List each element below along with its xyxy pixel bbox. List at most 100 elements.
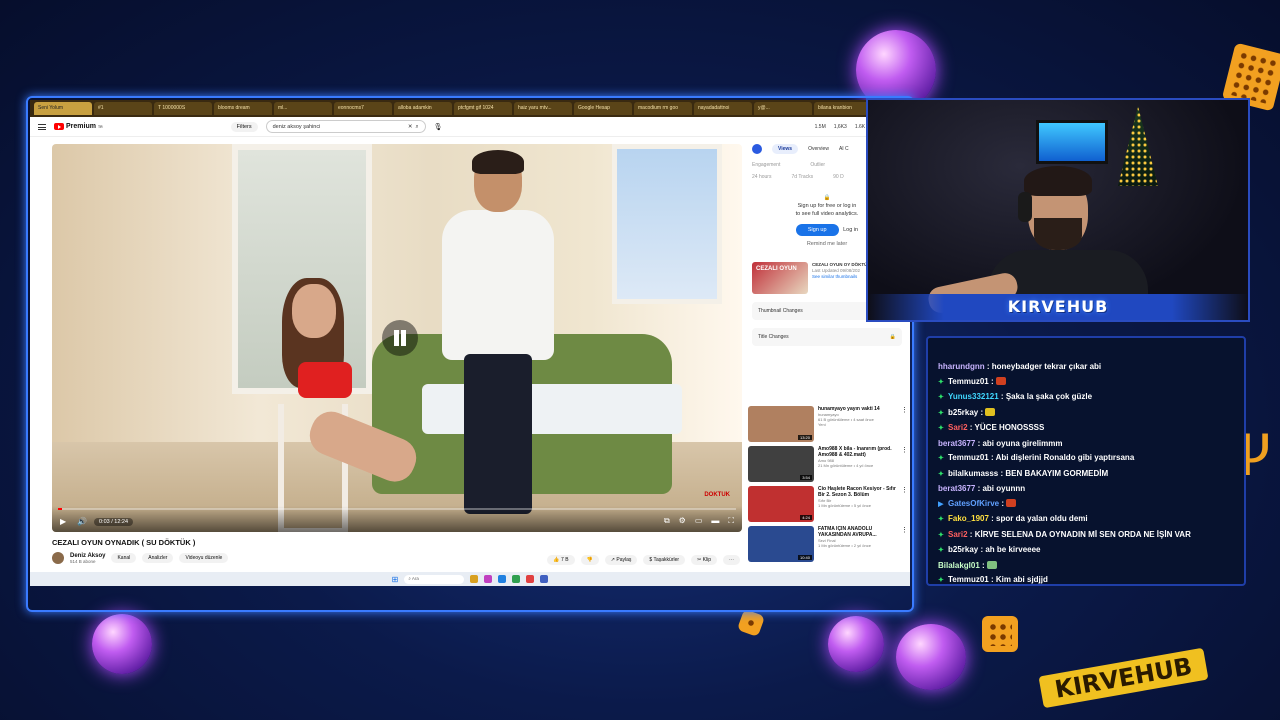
channel-button[interactable]: Kanal <box>111 553 137 563</box>
filters-button[interactable]: Filters <box>230 121 258 132</box>
video-player[interactable]: DOKTUK ▶ 🔊 0:03 / 12:24 ⧉ ⚙ ▭ ▬ ⛶ <box>52 144 742 532</box>
share-button[interactable]: ↗ Paylaş <box>604 555 638 565</box>
windows-start-icon[interactable]: ⊞ <box>392 575 399 584</box>
browser-tab[interactable]: Google Hesap <box>574 102 632 115</box>
miniplayer-icon[interactable]: ▭ <box>695 516 703 526</box>
analytics-button[interactable]: Analizler <box>142 553 174 563</box>
chat-badge-icon: ✦ <box>938 455 944 462</box>
header-stat[interactable]: 1.5M <box>815 124 826 130</box>
browser-tab[interactable]: nayadadattnoi <box>694 102 752 115</box>
browser-tab[interactable]: alloba adamkin <box>394 102 452 115</box>
taskbar-app-icon[interactable] <box>470 575 479 583</box>
related-video-item[interactable]: 10:40 FATMA İÇİN ANADOLU YAKASINDAN AVRUP… <box>748 526 908 562</box>
chat-username[interactable]: Temmuz01 <box>948 453 989 462</box>
related-video-title[interactable]: FATMA İÇİN ANADOLU YAKASINDAN AVRUPA... <box>818 526 897 538</box>
header-stat[interactable]: 1.6K <box>855 124 865 130</box>
login-link[interactable]: Log in <box>843 227 858 233</box>
range-7d[interactable]: 7d Tracks <box>791 174 813 180</box>
chat-username[interactable]: GatesOfKirve <box>948 499 999 508</box>
taskbar-app-icon[interactable] <box>526 575 535 583</box>
chat-username[interactable]: Temmuz01 <box>948 377 989 386</box>
chat-username[interactable]: bilalkumasss <box>948 469 998 478</box>
related-video-badge: Yeni <box>818 422 826 427</box>
metric-engagement[interactable]: Engagement <box>752 162 780 168</box>
mic-icon[interactable]: 🎙 <box>434 123 443 131</box>
signup-button[interactable]: Sign up <box>795 224 839 236</box>
tab-views[interactable]: Views <box>772 144 799 154</box>
browser-tab[interactable]: ptcfgmt gif 1024 <box>454 102 512 115</box>
taskbar-app-icon[interactable] <box>512 575 521 583</box>
subtitles-icon[interactable]: ⧉ <box>664 516 670 526</box>
chat-username[interactable]: Fako_1907 <box>948 514 989 523</box>
browser-tab[interactable]: ml... <box>274 102 332 115</box>
more-options-icon[interactable]: ⋮ <box>901 526 908 562</box>
progress-bar[interactable] <box>58 508 736 510</box>
browser-window: Seni Yolum #1 T 1000000S blooms dream ml... e… <box>30 100 910 586</box>
dislike-button[interactable]: 👎 <box>580 555 599 565</box>
thanks-button[interactable]: $ Taşakkürler <box>643 555 686 565</box>
like-button[interactable]: 👍 7 B <box>547 555 575 565</box>
youtube-logo[interactable]: Premium TR <box>54 123 103 130</box>
browser-tab[interactable]: T 1000000S <box>154 102 212 115</box>
title-changes-row[interactable]: Title Changes 🔒 <box>752 328 902 346</box>
related-video-item[interactable]: 4:24 Cio Haşlete Racon Kesiyor - Sıfır Bi… <box>748 486 908 522</box>
related-video-thumbnail[interactable]: 4:24 <box>748 486 814 522</box>
chat-username[interactable]: hharundgnn <box>938 362 985 371</box>
tab-ai[interactable]: AI C <box>839 146 849 152</box>
related-video-title[interactable]: Amo988 X bila - İnanırım (prod. Amo988 &… <box>818 446 897 458</box>
chat-username[interactable]: Sari2 <box>948 423 968 432</box>
volume-icon[interactable]: 🔊 <box>77 517 87 526</box>
browser-tab[interactable]: y@... <box>754 102 812 115</box>
related-video-item[interactable]: 3:54 Amo988 X bila - İnanırım (prod. Amo9… <box>748 446 908 482</box>
header-stat[interactable]: 1,6K3 <box>834 124 847 130</box>
browser-tab[interactable]: eonnocms7 <box>334 102 392 115</box>
chat-username[interactable]: b25rkay <box>948 408 978 417</box>
chat-username[interactable]: Bilalakgl01 <box>938 561 980 570</box>
browser-tab[interactable]: haiz yaru mtv... <box>514 102 572 115</box>
channel-name[interactable]: Deniz Aksoy <box>70 553 105 559</box>
more-options-icon[interactable]: ⋮ <box>901 486 908 522</box>
menu-icon[interactable] <box>38 123 46 130</box>
taskbar-app-icon[interactable] <box>484 575 493 583</box>
related-video-thumbnail[interactable]: 13:20 <box>748 406 814 442</box>
browser-tab[interactable]: macodium rm goo <box>634 102 692 115</box>
range-90d[interactable]: 90 D <box>833 174 844 180</box>
edit-video-button[interactable]: Videoyu düzenle <box>179 553 229 563</box>
clip-button[interactable]: ✂ Klip <box>691 555 717 565</box>
more-options-icon[interactable]: ⋮ <box>901 406 908 442</box>
related-video-item[interactable]: 13:20 hunamyayo yayın vakti 14 hunamyayo 61… <box>748 406 908 442</box>
chat-username[interactable]: Temmuz01 <box>948 575 989 584</box>
browser-tab[interactable]: bilana kranbion <box>814 102 872 115</box>
pause-icon[interactable] <box>382 320 418 356</box>
chat-text: abi oyuna girelimmm <box>982 438 1063 448</box>
taskbar-app-icon[interactable] <box>540 575 549 583</box>
related-video-title[interactable]: Cio Haşlete Racon Kesiyor - Sıfır Bir 2.… <box>818 486 897 498</box>
chat-username[interactable]: b25rkay <box>948 545 978 554</box>
headset-icon <box>1018 192 1032 222</box>
taskbar-app-icon[interactable] <box>498 575 507 583</box>
chat-username[interactable]: berat3677 <box>938 439 975 448</box>
chat-username[interactable]: Yunus332121 <box>948 392 999 401</box>
search-icon[interactable]: ✕ ⌕ <box>408 124 419 130</box>
range-24h[interactable]: 24 hours <box>752 174 771 180</box>
chat-text: Abi dişlerini Ronaldo gibi yaptırsana <box>995 453 1135 462</box>
tab-overview[interactable]: Overview <box>808 146 829 152</box>
similar-thumbnails-link[interactable]: See similar thumbnails <box>812 274 873 280</box>
related-video-thumbnail[interactable]: 10:40 <box>748 526 814 562</box>
browser-tab[interactable]: blooms dream <box>214 102 272 115</box>
metric-outlier[interactable]: Outlier <box>810 162 825 168</box>
chat-username[interactable]: berat3677 <box>938 484 975 493</box>
channel-avatar[interactable] <box>52 552 64 564</box>
play-icon[interactable]: ▶ <box>60 517 69 526</box>
more-options-icon[interactable]: ⋮ <box>901 446 908 482</box>
fullscreen-icon[interactable]: ⛶ <box>728 516 734 526</box>
taskbar-search[interactable]: ⌕ Ara <box>404 574 465 584</box>
search-input[interactable]: deniz aksoy şahinci ✕ ⌕ <box>265 120 426 133</box>
more-actions-button[interactable]: ⋯ <box>723 555 740 565</box>
browser-tab[interactable]: Seni Yolum <box>34 102 92 115</box>
related-video-thumbnail[interactable]: 3:54 <box>748 446 814 482</box>
browser-tab[interactable]: #1 <box>94 102 152 115</box>
chat-username[interactable]: Sari2 <box>948 530 968 539</box>
theater-icon[interactable]: ▬ <box>711 516 719 526</box>
settings-icon[interactable]: ⚙ <box>679 516 686 526</box>
